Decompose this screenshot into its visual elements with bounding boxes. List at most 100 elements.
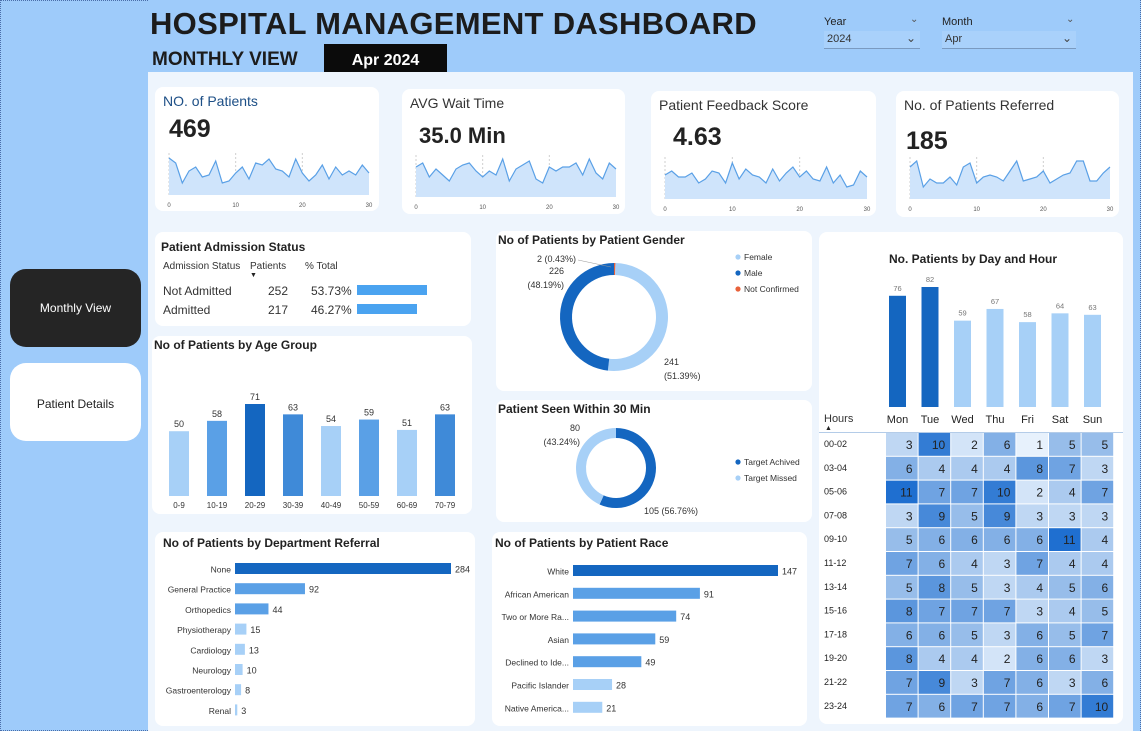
bar: [359, 419, 379, 496]
heatmap-cell: [1049, 433, 1081, 456]
cell-value: 7: [1036, 557, 1043, 571]
heatmap-cell: [983, 504, 1016, 528]
seen-30min-card[interactable]: Patient Seen Within 30 Min 80 (43.24%) 105…: [496, 400, 812, 522]
heatmap-cell: [1049, 456, 1081, 480]
kpi-card-patients[interactable]: NO. of Patients 469 0 10 20 30: [155, 87, 379, 211]
data-label: 74: [680, 612, 690, 622]
month-dropdown[interactable]: Apr ⌄: [942, 31, 1076, 49]
column-header[interactable]: Patients: [250, 261, 286, 272]
data-label: 8: [245, 686, 250, 696]
data-label: 44: [272, 605, 282, 615]
category-label: White: [547, 567, 569, 577]
cell-value: 6: [939, 628, 946, 642]
heatmap-cell: [886, 528, 918, 551]
cell-value: 5: [906, 533, 913, 547]
nav-patient-details-button[interactable]: Patient Details: [10, 363, 141, 441]
row-label: 15-16: [824, 606, 847, 616]
data-label: 241: [664, 357, 679, 367]
heatmap-row-header[interactable]: Hours: [824, 413, 853, 425]
cell-value: 8: [1036, 462, 1043, 476]
data-label: 67: [991, 297, 999, 306]
column-label: Tue: [921, 414, 940, 426]
heatmap-cell: [1081, 623, 1114, 647]
column-label: Mon: [887, 414, 908, 426]
axis-tick-label: 10: [973, 207, 980, 213]
day-hour-card[interactable]: No. Patients by Day and Hour 76 Mon 82 Tue 5…: [819, 232, 1123, 724]
heatmap-cell: [1081, 456, 1114, 480]
data-label: 92: [309, 585, 319, 595]
data-label: 10: [247, 666, 257, 676]
table-cell: Admitted: [163, 303, 211, 317]
kpi-card-feedback[interactable]: Patient Feedback Score 4.63 0 10 20 30: [651, 91, 876, 216]
sparkline-chart: 0 10 20 30: [167, 153, 373, 209]
table-cell: 252: [268, 284, 289, 298]
cell-value: 9: [1004, 509, 1011, 523]
sparkline-chart: 0 10 20 30: [663, 157, 871, 213]
data-label: (43.24%): [543, 437, 580, 447]
kpi-value: 469: [169, 115, 211, 143]
cell-value: 7: [906, 557, 913, 571]
cell-value: 3: [906, 509, 913, 523]
admission-status-table[interactable]: Patient Admission Status Admission Statu…: [155, 232, 471, 326]
nav-monthly-view-button[interactable]: Monthly View: [10, 269, 141, 347]
gender-chart-card[interactable]: No of Patients by Patient Gender 2 (0.43…: [496, 231, 812, 391]
bar: [169, 431, 189, 496]
selected-period-badge: Apr 2024: [324, 44, 447, 72]
year-dropdown[interactable]: 2024 ⌄: [824, 31, 920, 49]
kpi-card-wait-time[interactable]: AVG Wait Time 35.0 Min 0 10 20 30: [402, 89, 625, 214]
age-group-bar-chart: 50 0-9 58 10-19 71 20-29 63 30-39 54 40-49 59 50-59…: [169, 392, 456, 510]
bar: [435, 414, 455, 496]
cell-value: 9: [939, 676, 946, 690]
bar: [1051, 313, 1069, 407]
heatmap-cell: [886, 599, 918, 623]
category-label: Neurology: [192, 666, 231, 676]
day-bar-chart: 76 Mon 82 Tue 59 Wed 67 Thu 58 Fri 64 Sat 63 Sun: [887, 275, 1102, 426]
cell-value: 4: [1102, 533, 1109, 547]
cell-value: 8: [939, 581, 946, 595]
cell-value: 6: [1004, 533, 1011, 547]
department-referral-card[interactable]: No of Patients by Department Referral No…: [155, 532, 475, 726]
kpi-title: Patient Feedback Score: [659, 97, 809, 113]
cell-value: 4: [971, 462, 978, 476]
column-header[interactable]: % Total: [305, 261, 338, 272]
axis-tick-label: 30: [366, 203, 373, 209]
age-group-chart-card[interactable]: No of Patients by Age Group 50 0-9 58 10-19…: [152, 336, 472, 514]
cell-value: 7: [906, 676, 913, 690]
heatmap-cell: [886, 694, 918, 718]
month-slicer[interactable]: Month ⌄ Apr ⌄: [942, 12, 1076, 49]
cell-value: 3: [1036, 509, 1043, 523]
cell-value: 7: [1004, 676, 1011, 690]
chevron-down-icon[interactable]: ⌄: [1066, 14, 1074, 25]
cell-value: 7: [1004, 700, 1011, 714]
bar: [397, 429, 417, 496]
chevron-down-icon: ⌄: [905, 31, 916, 45]
bar: [235, 603, 269, 615]
kpi-card-referred[interactable]: No. of Patients Referred 185 0 10 20 30: [896, 91, 1119, 217]
cell-value: 9: [939, 509, 946, 523]
chevron-down-icon[interactable]: ⌄: [910, 14, 918, 25]
cell-value: 2: [1036, 486, 1043, 500]
heatmap-cell: [1049, 480, 1081, 504]
cell-value: 3: [1004, 557, 1011, 571]
data-label: 51: [402, 418, 412, 428]
cell-value: 6: [906, 462, 913, 476]
legend-label: Not Confirmed: [744, 284, 799, 294]
heatmap-cell: [951, 552, 983, 575]
column-header[interactable]: Admission Status: [163, 261, 240, 272]
bar: [235, 664, 243, 675]
year-slicer[interactable]: Year ⌄ 2024 ⌄: [824, 12, 920, 49]
sparkline-chart: 0 10 20 30: [908, 157, 1114, 213]
cell-value: 6: [1036, 676, 1043, 690]
cell-value: 3: [1102, 509, 1109, 523]
cell-value: 5: [1102, 605, 1109, 619]
tick-label: 20-29: [245, 501, 266, 510]
heatmap-cell: [983, 456, 1016, 480]
sort-desc-icon: ▼: [250, 272, 257, 279]
legend-label: Target Achived: [744, 457, 800, 467]
heatmap-cell: [918, 552, 951, 575]
cell-value: 6: [906, 628, 913, 642]
cell-value: 5: [1069, 628, 1076, 642]
leader-line: [577, 259, 612, 268]
race-card[interactable]: No of Patients by Patient Race White 147 A…: [492, 532, 807, 726]
heatmap-cell: [951, 504, 983, 528]
